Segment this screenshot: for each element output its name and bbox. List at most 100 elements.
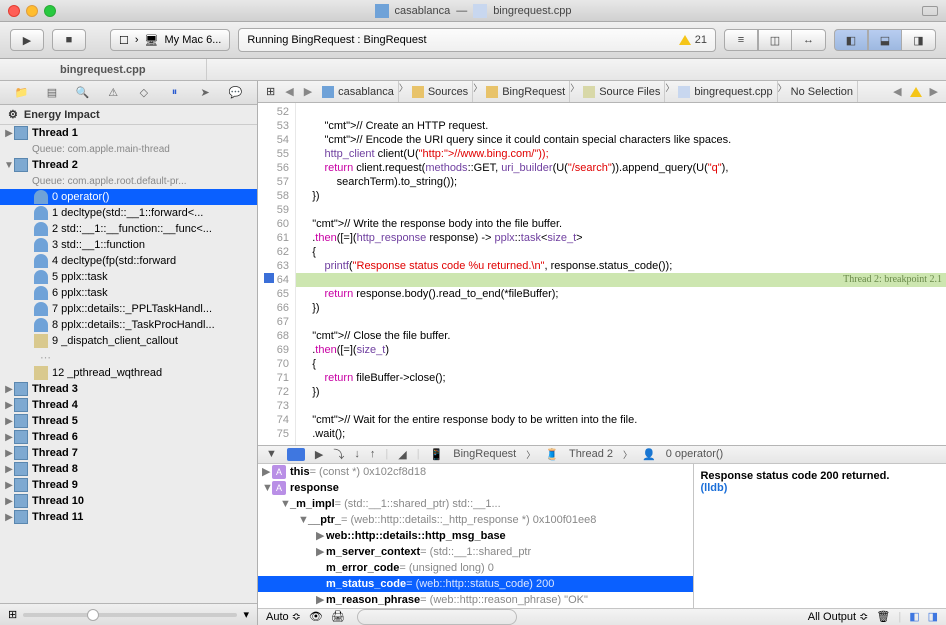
variable-row[interactable]: m_error_code = (unsigned long) 0 [258,560,693,576]
show-console-icon[interactable]: ◨ [928,610,938,623]
segment-icon [412,86,424,98]
file-tab[interactable]: bingrequest.cpp [0,59,207,80]
quicklook-icon[interactable]: 👁 [309,610,323,623]
thread-row[interactable]: ▶Thread 5 [0,413,257,429]
thread-row[interactable]: ▶Thread 10 [0,493,257,509]
thread-row[interactable]: ▶Thread 1 [0,125,257,141]
find-nav-icon[interactable]: 🔍 [75,85,91,101]
stack-frame-row[interactable]: 4 decltype(fp(std::forward [0,253,257,269]
stack-frame-row[interactable]: 12 _pthread_wqthread [0,365,257,381]
variable-row[interactable]: ▶web::http::details::http_msg_base [258,528,693,544]
stack-frame-row[interactable]: 8 pplx::details::_TaskProcHandl... [0,317,257,333]
variable-row[interactable]: ▶Athis = (const *) 0x102cf8d18 [258,464,693,480]
variable-row[interactable]: ▼__ptr_ = (web::http::details::_http_res… [258,512,693,528]
report-nav-icon[interactable]: 💬 [228,85,244,101]
debug-view-icon[interactable]: ◢ [398,448,406,461]
continue-button[interactable]: ▶ [315,448,323,461]
variable-row[interactable]: m_status_code = (web::http::status_code)… [258,576,693,592]
debug-thread[interactable]: Thread 2 [569,448,613,460]
variable-row[interactable]: ▼Aresponse [258,480,693,496]
detail-slider[interactable] [23,613,237,617]
scheme-selector[interactable]: ☐›🖥 My Mac 6... [110,29,230,51]
thread-icon [14,510,28,524]
stack-frame-row[interactable]: 6 pplx::task [0,285,257,301]
breakpoints-toggle[interactable] [287,448,305,461]
auto-variables-selector[interactable]: Auto ≎ [266,610,301,623]
version-editor-button[interactable]: ↔ [792,29,826,51]
variable-row[interactable]: ▼_m_impl = (std::__1::shared_ptr) std::_… [258,496,693,512]
debug-frame[interactable]: 0 operator() [666,448,723,460]
prev-issue-button[interactable]: ◀ [889,85,905,98]
stack-frame-row[interactable]: 0 operator() [0,189,257,205]
stack-frame-row[interactable]: 2 std::__1::__function::__func<... [0,221,257,237]
var-kind-icon: A [272,465,286,479]
variables-filter[interactable] [357,609,517,625]
stop-button[interactable]: ■ [52,29,86,51]
filter-menu-icon[interactable]: ▾ [243,608,249,621]
thread-row[interactable]: ▶Thread 8 [0,461,257,477]
assistant-editor-button[interactable]: ◫ [758,29,792,51]
stack-frame-row[interactable]: 1 decltype(std::__1::forward<... [0,205,257,221]
jump-bar-segment[interactable]: No Selection [787,81,858,102]
stack-frame-row[interactable]: ⋯ [0,349,257,365]
standard-editor-button[interactable]: ≡ [724,29,758,51]
variable-row[interactable]: ▶m_server_context = (std::__1::shared_pt… [258,544,693,560]
filter-icon[interactable]: ⊞ [8,608,17,621]
run-button[interactable]: ▶ [10,29,44,51]
output-filter-selector[interactable]: All Output ≎ [808,610,869,623]
jump-bar-segment[interactable]: Source Files [579,81,665,102]
toggle-debug-button[interactable]: ⬓ [868,29,902,51]
thread-icon [14,126,28,140]
thread-row[interactable]: ▶Thread 9 [0,477,257,493]
step-out-button[interactable]: ↑ [370,448,376,460]
variable-row[interactable]: ▶m_reason_phrase = (web::http::reason_ph… [258,592,693,608]
step-into-button[interactable]: ↓ [354,448,360,460]
stack-frame-row[interactable]: 5 pplx::task [0,269,257,285]
source-editor[interactable]: 525354555657585960616263 646566676869707… [258,103,946,445]
issue-count[interactable]: 21 [679,34,707,46]
debug-nav-icon[interactable]: ⏸ [166,85,182,101]
window-title: casablanca — bingrequest.cpp [0,4,946,18]
console-output: Response status code 200 returned. [700,470,889,482]
print-icon[interactable]: 🖨 [331,610,345,623]
process-header[interactable]: ⚙Energy Impact [0,105,257,125]
next-issue-button[interactable]: ▶ [926,85,942,98]
toggle-utilities-button[interactable]: ◨ [902,29,936,51]
breakpoint-nav-icon[interactable]: ➤ [197,85,213,101]
thread-row[interactable]: ▶Thread 3 [0,381,257,397]
project-nav-icon[interactable]: 📁 [13,85,29,101]
toggle-navigator-button[interactable]: ◧ [834,29,868,51]
console-view[interactable]: Response status code 200 returned. (lldb… [694,464,946,608]
jump-bar-segment[interactable]: BingRequest [482,81,570,102]
test-nav-icon[interactable]: ◇ [136,85,152,101]
jump-bar-segment[interactable]: casablanca [318,81,399,102]
step-over-button[interactable]: ⤵ [333,446,344,462]
stack-frame-row[interactable]: 7 pplx::details::_PPLTaskHandl... [0,301,257,317]
variables-view[interactable]: ▶Athis = (const *) 0x102cf8d18▼Aresponse… [258,464,694,608]
back-button[interactable]: ◀ [281,85,297,98]
show-vars-icon[interactable]: ◧ [909,610,919,623]
thread-row[interactable]: ▶Thread 7 [0,445,257,461]
title-file: bingrequest.cpp [493,5,571,17]
thread-row[interactable]: ▶Thread 11 [0,509,257,525]
hide-debug-icon[interactable]: ▼ [266,448,277,460]
related-items-icon[interactable]: ⊞ [262,85,279,98]
jump-bar-segment[interactable]: bingrequest.cpp [674,81,777,102]
system-frame-icon [34,366,48,380]
debug-target[interactable]: BingRequest [453,448,516,460]
jump-bar-segment[interactable]: Sources [408,81,473,102]
open-files-bar: bingrequest.cpp [0,59,946,81]
forward-button[interactable]: ▶ [300,85,316,98]
thread-row[interactable]: ▶Thread 4 [0,397,257,413]
line-gutter[interactable]: 525354555657585960616263 646566676869707… [258,103,296,445]
code-content[interactable]: "cmt">// Create an HTTP request. "cmt">/… [296,103,946,445]
issue-nav-icon[interactable]: ⚠ [105,85,121,101]
thread-row[interactable]: ▼Thread 2 [0,157,257,173]
editor-mode-group: ≡ ◫ ↔ [724,29,826,51]
thread-row[interactable]: ▶Thread 6 [0,429,257,445]
thread-tree[interactable]: ▶Thread 1Queue: com.apple.main-thread▼Th… [0,125,257,603]
stack-frame-row[interactable]: 3 std::__1::function [0,237,257,253]
clear-console-icon[interactable]: 🗑 [876,610,890,623]
symbol-nav-icon[interactable]: ▤ [44,85,60,101]
stack-frame-row[interactable]: 9 _dispatch_client_callout [0,333,257,349]
